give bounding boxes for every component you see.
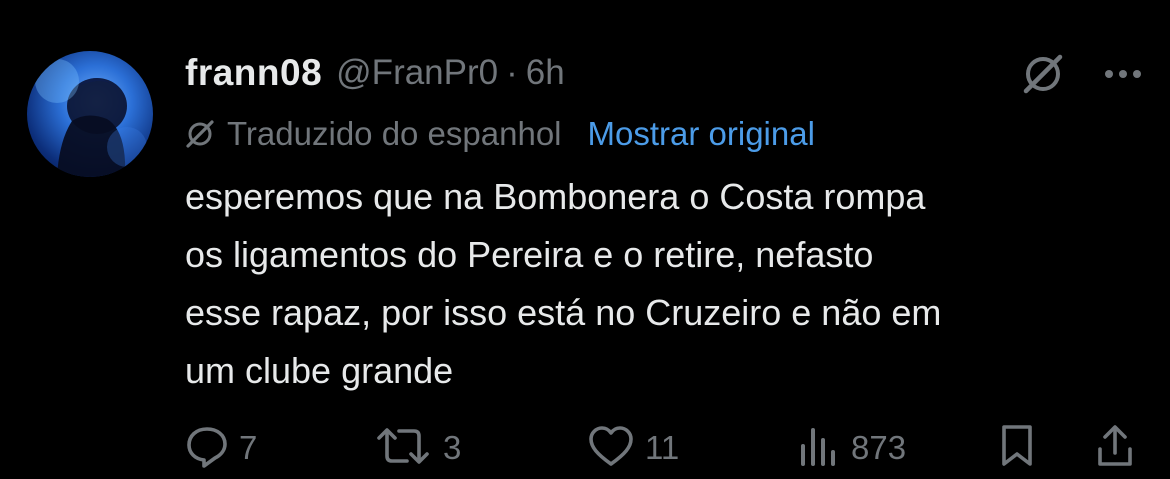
tweet-text-line: os ligamentos do Pereira e o retire, nef…	[185, 234, 874, 275]
action-bar: 7 3 11 873	[185, 420, 1145, 476]
show-original-link[interactable]: Mostrar original	[588, 115, 815, 153]
top-actions	[1017, 50, 1145, 102]
tweet-text-line: esse rapaz, por isso está no Cruzeiro e …	[185, 292, 942, 333]
views-chart-icon	[797, 424, 841, 473]
translation-row: Traduzido do espanhol Mostrar original	[185, 112, 815, 156]
views-button[interactable]: 873	[797, 420, 906, 476]
display-name[interactable]: frann08	[185, 52, 322, 94]
grok-button[interactable]	[1017, 50, 1069, 102]
grok-icon	[1020, 51, 1066, 102]
tweet-text-line: um clube grande	[185, 350, 454, 391]
repost-icon	[373, 424, 433, 473]
repost-button[interactable]: 3	[373, 420, 461, 476]
share-icon	[1095, 423, 1135, 474]
more-dots-icon	[1103, 67, 1143, 85]
translate-icon	[185, 119, 215, 149]
tweet-text-line: esperemos que na Bombonera o Costa rompa	[185, 176, 926, 217]
reply-count: 7	[239, 429, 258, 466]
share-button[interactable]	[1095, 420, 1135, 476]
reply-icon	[185, 424, 229, 473]
heart-icon	[587, 424, 635, 473]
timestamp[interactable]: 6h	[526, 53, 565, 93]
separator-dot: ·	[506, 53, 518, 92]
user-handle[interactable]: @FranPr0	[336, 53, 498, 93]
like-button[interactable]: 11	[587, 420, 679, 476]
translated-label: Traduzido do espanhol	[227, 115, 562, 152]
more-options-button[interactable]	[1101, 54, 1145, 98]
tweet[interactable]: frann08 @FranPr0 · 6h Traduzido do espan…	[0, 0, 1170, 479]
tweet-header: frann08 @FranPr0 · 6h	[185, 50, 565, 96]
bookmark-icon	[997, 423, 1037, 474]
views-count: 873	[851, 429, 907, 466]
avatar[interactable]	[27, 51, 153, 177]
repost-count: 3	[443, 429, 462, 466]
bookmark-button[interactable]	[997, 420, 1037, 476]
tweet-text: esperemos que na Bombonera o Costa rompa…	[185, 168, 1135, 400]
like-count: 11	[645, 429, 680, 466]
reply-button[interactable]: 7	[185, 420, 257, 476]
